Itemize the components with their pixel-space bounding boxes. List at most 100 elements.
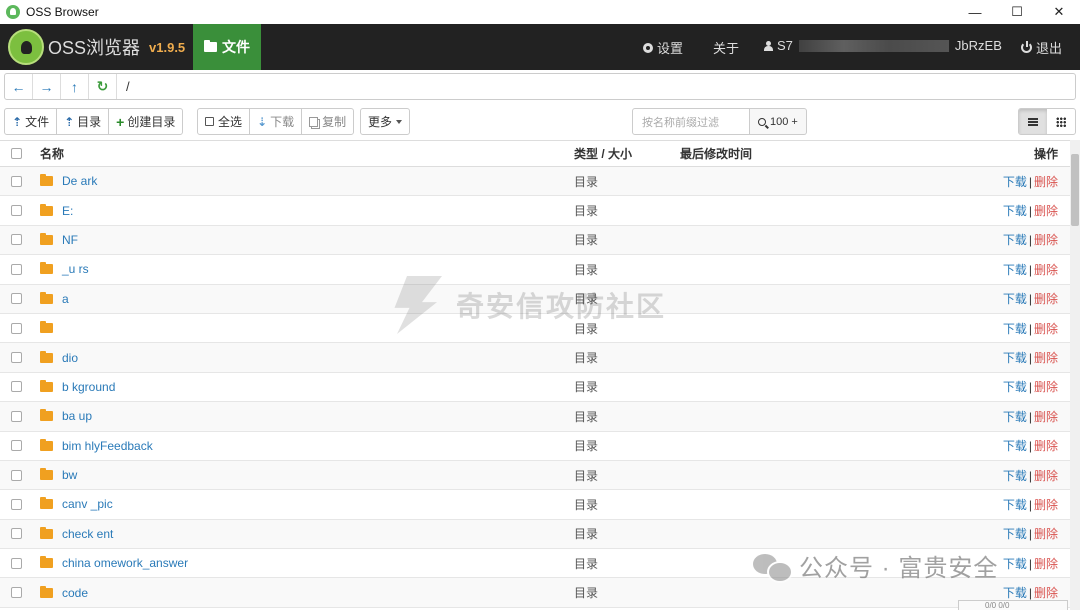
table-row[interactable]: NF 目录 下载 | 删除 [0, 225, 1070, 256]
back-button[interactable]: ← [5, 74, 33, 99]
row-checkbox[interactable] [11, 469, 22, 481]
row-download-link[interactable]: 下载 [1003, 204, 1027, 218]
table-row[interactable]: a 目录 下载 | 删除 [0, 284, 1070, 314]
folder-name-link[interactable]: bw [62, 468, 77, 482]
row-delete-link[interactable]: 删除 [1034, 439, 1058, 453]
table-row[interactable]: canv _pic 目录 下载 | 删除 [0, 490, 1070, 520]
refresh-button[interactable]: ↻ [89, 74, 117, 99]
row-download-link[interactable]: 下载 [1003, 380, 1027, 394]
table-row[interactable]: check ent 目录 下载 | 删除 [0, 519, 1070, 550]
row-delete-link[interactable]: 删除 [1034, 204, 1058, 218]
row-download-link[interactable]: 下载 [1003, 439, 1027, 453]
table-row[interactable]: b kground 目录 下载 | 删除 [0, 373, 1070, 403]
folder-name-link[interactable]: _u rs [62, 262, 89, 276]
close-button[interactable]: ✕ [1038, 0, 1080, 24]
minimize-button[interactable]: — [954, 0, 996, 24]
row-checkbox[interactable] [11, 322, 22, 334]
folder-name-link[interactable]: ba up [62, 409, 92, 423]
path-input[interactable]: / [126, 79, 130, 94]
row-checkbox[interactable] [11, 263, 22, 275]
row-delete-link[interactable]: 删除 [1034, 380, 1058, 394]
row-download-link[interactable]: 下载 [1003, 469, 1027, 483]
row-checkbox[interactable] [11, 498, 22, 510]
scrollbar-thumb[interactable] [1071, 154, 1079, 226]
table-row[interactable]: bw 目录 下载 | 删除 [0, 460, 1070, 491]
table-row[interactable]: dio 目录 下载 | 删除 [0, 343, 1070, 373]
folder-name-link[interactable]: canv _pic [62, 497, 113, 511]
table-row[interactable]: _u rs 目录 下载 | 删除 [0, 255, 1070, 285]
row-checkbox[interactable] [11, 381, 22, 393]
row-delete-link[interactable]: 删除 [1034, 469, 1058, 483]
row-download-link[interactable]: 下载 [1003, 586, 1027, 600]
row-checkbox[interactable] [11, 528, 22, 540]
about-link[interactable]: 关于 [713, 38, 739, 57]
download-button[interactable]: ⇣ 下载 [250, 109, 303, 134]
forward-button[interactable]: → [33, 74, 61, 99]
table-row[interactable]: 目录 下载 | 删除 [0, 314, 1070, 344]
filter-input[interactable]: 按名称前缀过滤 [632, 108, 750, 135]
folder-name-link[interactable]: check ent [62, 527, 113, 541]
brand[interactable]: OSS浏览器 v1.9.5 [0, 24, 185, 70]
row-download-link[interactable]: 下载 [1003, 292, 1027, 306]
table-row[interactable]: ba up 目录 下载 | 删除 [0, 402, 1070, 432]
row-download-link[interactable]: 下载 [1003, 557, 1027, 571]
row-delete-link[interactable]: 删除 [1034, 586, 1058, 600]
row-download-link[interactable]: 下载 [1003, 410, 1027, 424]
more-dropdown[interactable]: 更多 [361, 109, 409, 134]
row-download-link[interactable]: 下载 [1003, 498, 1027, 512]
row-delete-link[interactable]: 删除 [1034, 351, 1058, 365]
row-delete-link[interactable]: 删除 [1034, 527, 1058, 541]
settings-link[interactable]: 设置 [643, 38, 683, 57]
row-download-link[interactable]: 下载 [1003, 175, 1027, 189]
row-download-link[interactable]: 下载 [1003, 351, 1027, 365]
grid-view-button[interactable] [1047, 109, 1075, 134]
table-row[interactable]: bim hlyFeedback 目录 下载 | 删除 [0, 432, 1070, 461]
folder-name-link[interactable]: E: [62, 204, 73, 218]
header-modified[interactable]: 最后修改时间 [680, 145, 752, 162]
folder-name-link[interactable]: De ark [62, 174, 97, 188]
search-button[interactable]: 100 + [750, 108, 807, 135]
maximize-button[interactable]: ☐ [996, 0, 1038, 24]
row-delete-link[interactable]: 删除 [1034, 233, 1058, 247]
select-all-checkbox[interactable] [11, 148, 22, 159]
row-delete-link[interactable]: 删除 [1034, 498, 1058, 512]
folder-name-link[interactable]: NF [62, 233, 78, 247]
row-delete-link[interactable]: 删除 [1034, 292, 1058, 306]
row-download-link[interactable]: 下载 [1003, 322, 1027, 336]
row-checkbox[interactable] [11, 410, 22, 422]
row-checkbox[interactable] [11, 293, 22, 305]
upload-dir-button[interactable]: ⇡ 目录 [57, 109, 110, 134]
row-checkbox[interactable] [11, 205, 22, 217]
row-checkbox[interactable] [11, 175, 22, 187]
folder-name-link[interactable]: dio [62, 351, 78, 365]
header-type-size[interactable]: 类型 / 大小 [574, 145, 632, 162]
list-view-button[interactable] [1019, 109, 1047, 134]
row-delete-link[interactable]: 删除 [1034, 557, 1058, 571]
row-delete-link[interactable]: 删除 [1034, 263, 1058, 277]
row-download-link[interactable]: 下载 [1003, 233, 1027, 247]
up-button[interactable]: ↑ [61, 74, 89, 99]
upload-file-button[interactable]: ⇡ 文件 [5, 109, 58, 134]
logout-button[interactable]: 退出 [1021, 38, 1062, 57]
folder-name-link[interactable]: a [62, 292, 69, 306]
row-download-link[interactable]: 下载 [1003, 263, 1027, 277]
select-all-button[interactable]: 全选 [198, 109, 251, 134]
row-checkbox[interactable] [11, 587, 22, 599]
row-delete-link[interactable]: 删除 [1034, 175, 1058, 189]
folder-name-link[interactable]: code [62, 586, 88, 600]
table-row[interactable]: E: 目录 下载 | 删除 [0, 196, 1070, 226]
folder-name-link[interactable]: china omework_answer [62, 556, 188, 570]
nav-files-tab[interactable]: 文件 [193, 24, 261, 70]
row-delete-link[interactable]: 删除 [1034, 322, 1058, 336]
header-name[interactable]: 名称 [40, 145, 64, 162]
folder-name-link[interactable]: b kground [62, 380, 115, 394]
row-checkbox[interactable] [11, 234, 22, 246]
row-checkbox[interactable] [11, 557, 22, 569]
row-checkbox[interactable] [11, 352, 22, 364]
vertical-scrollbar[interactable] [1070, 140, 1080, 610]
folder-name-link[interactable]: bim hlyFeedback [62, 439, 153, 453]
copy-button[interactable]: 复制 [302, 109, 353, 134]
row-download-link[interactable]: 下载 [1003, 527, 1027, 541]
row-checkbox[interactable] [11, 440, 22, 452]
row-delete-link[interactable]: 删除 [1034, 410, 1058, 424]
